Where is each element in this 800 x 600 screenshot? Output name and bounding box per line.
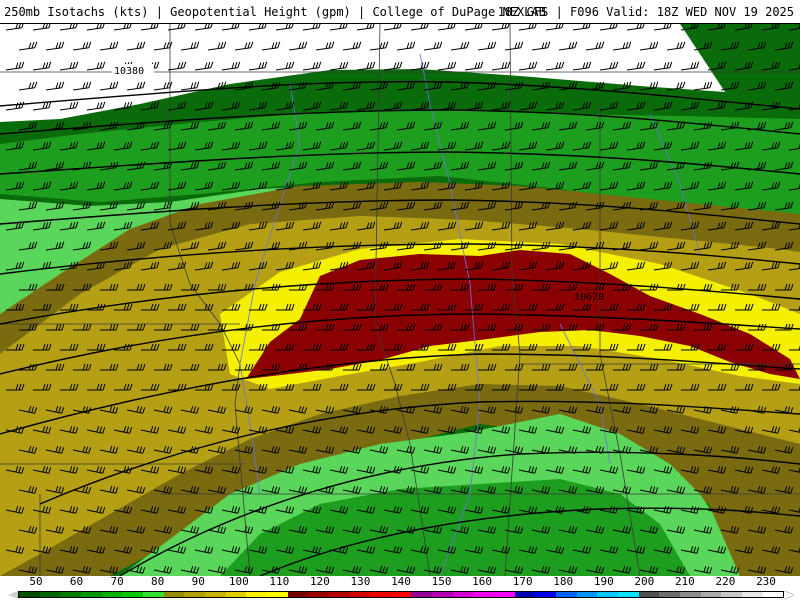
scale-left-arrow-icon bbox=[8, 591, 18, 599]
scale-swatch bbox=[163, 592, 185, 597]
scale-swatch bbox=[370, 592, 391, 597]
scale-swatch bbox=[308, 592, 329, 597]
scale-swatch bbox=[80, 592, 102, 597]
scale-swatch bbox=[122, 592, 143, 597]
scale-label: 220 bbox=[715, 575, 736, 588]
contour-label-10620: 10620 bbox=[574, 292, 604, 303]
scale-swatch bbox=[556, 592, 577, 597]
scale-bar bbox=[18, 591, 784, 598]
scale-swatch bbox=[432, 592, 453, 597]
scale-swatch bbox=[287, 592, 309, 597]
scale-swatch bbox=[680, 592, 701, 597]
scale-swatch bbox=[142, 592, 164, 597]
product-title: 250mb Isotachs (kts) | Geopotential Heig… bbox=[4, 5, 546, 19]
scale-swatch bbox=[452, 592, 474, 597]
scale-swatch bbox=[762, 592, 784, 597]
scale-label: 210 bbox=[674, 575, 695, 588]
scale-swatch bbox=[741, 592, 763, 597]
scale-swatch bbox=[184, 592, 205, 597]
scale-swatch bbox=[494, 592, 515, 597]
scale-label: 110 bbox=[269, 575, 290, 588]
scale-label: 190 bbox=[593, 575, 614, 588]
scale-label: 90 bbox=[191, 575, 205, 588]
scale-swatch bbox=[721, 592, 742, 597]
map-header: 250mb Isotachs (kts) | Geopotential Heig… bbox=[0, 0, 800, 24]
scale-swatch bbox=[411, 592, 433, 597]
scale-label: 170 bbox=[512, 575, 533, 588]
scale-label: 230 bbox=[756, 575, 776, 588]
contour-label-10380: 10380 bbox=[114, 66, 144, 77]
scale-swatch bbox=[39, 592, 61, 597]
valid-time: 18Z GFS | F096 Valid: 18Z WED NOV 19 202… bbox=[497, 5, 794, 19]
scale-label: 140 bbox=[391, 575, 411, 588]
scale-label: 70 bbox=[110, 575, 124, 588]
scale-label: 100 bbox=[228, 575, 249, 588]
scale-label: 150 bbox=[431, 575, 452, 588]
scale-swatch bbox=[597, 592, 619, 597]
scale-swatch bbox=[700, 592, 722, 597]
scale-swatch bbox=[638, 592, 660, 597]
scale-swatch bbox=[246, 592, 267, 597]
scale-swatch bbox=[576, 592, 598, 597]
scale-swatch bbox=[19, 592, 40, 597]
scale-swatch bbox=[328, 592, 350, 597]
scale-swatch bbox=[659, 592, 680, 597]
scale-swatch bbox=[60, 592, 81, 597]
scale-swatch bbox=[390, 592, 412, 597]
scale-swatch bbox=[514, 592, 536, 597]
scale-swatch bbox=[266, 592, 288, 597]
scale-swatch bbox=[225, 592, 247, 597]
scale-label: 80 bbox=[151, 575, 165, 588]
scale-label: 180 bbox=[553, 575, 574, 588]
scale-label: 120 bbox=[309, 575, 330, 588]
isotach-color-scale: 50 60 70 80 90 100 110 120 130 140 150 160 170 180 190… bbox=[0, 576, 800, 600]
scale-swatch bbox=[618, 592, 639, 597]
isotach-map: 10380 10620 bbox=[0, 24, 800, 576]
scale-label: 160 bbox=[472, 575, 493, 588]
scale-swatch bbox=[204, 592, 226, 597]
map-frame: 250mb Isotachs (kts) | Geopotential Heig… bbox=[0, 0, 800, 600]
scale-swatch bbox=[535, 592, 557, 597]
scale-label: 50 bbox=[29, 575, 43, 588]
scale-label: 200 bbox=[634, 575, 655, 588]
scale-swatch bbox=[101, 592, 123, 597]
scale-label: 130 bbox=[350, 575, 371, 588]
scale-right-arrow-icon bbox=[784, 591, 794, 599]
scale-swatch bbox=[473, 592, 495, 597]
scale-label: 60 bbox=[69, 575, 84, 588]
scale-labels: 50 60 70 80 90 100 110 120 130 140 150 160 170 180 190… bbox=[0, 576, 800, 590]
scale-swatch bbox=[349, 592, 371, 597]
